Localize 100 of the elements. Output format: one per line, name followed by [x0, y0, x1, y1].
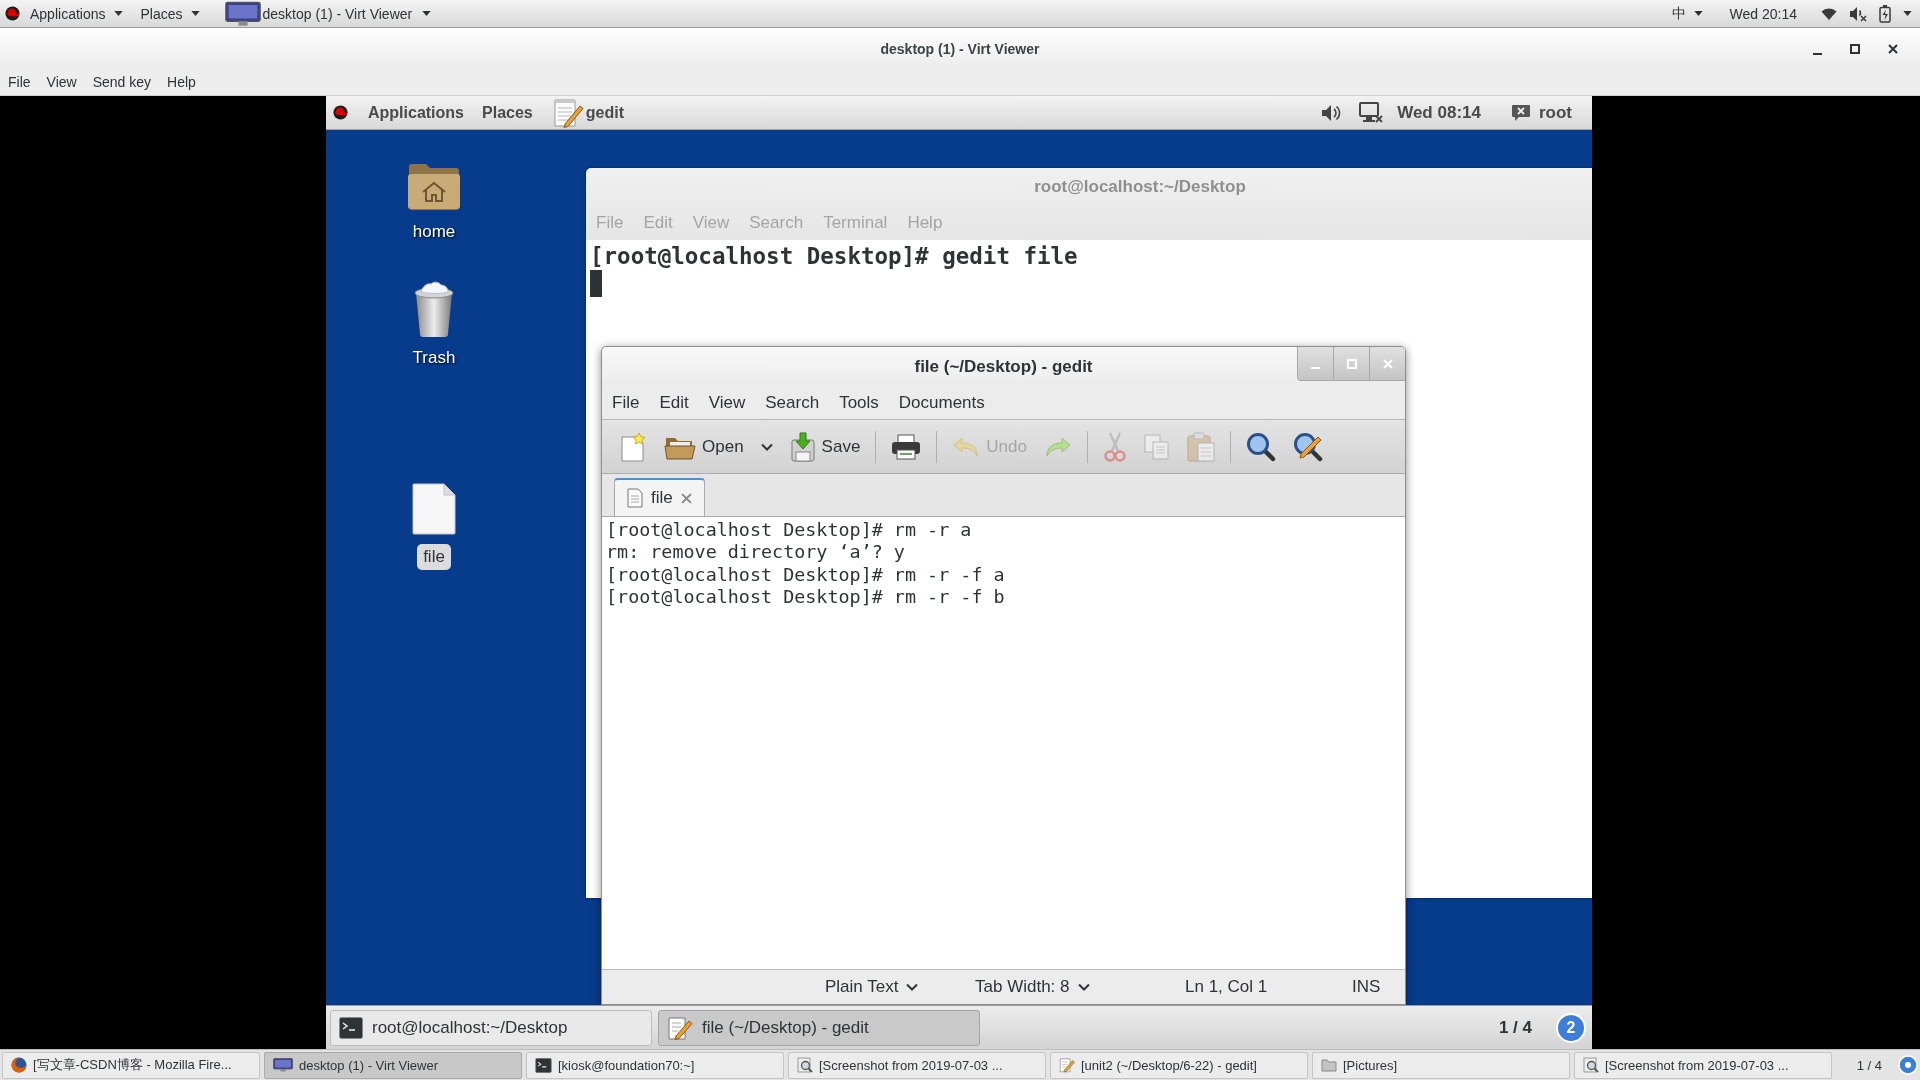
- desktop-icon-label[interactable]: home: [406, 219, 462, 245]
- caret-icon: [190, 11, 200, 16]
- input-method-button[interactable]: 中: [1666, 0, 1708, 27]
- search-icon: [1246, 431, 1276, 462]
- open-button[interactable]: Open: [657, 426, 751, 467]
- caret-icon: [113, 11, 123, 16]
- text-cursor: [590, 270, 602, 297]
- chevron-icon: [1077, 983, 1090, 991]
- text-line: [root@localhost Desktop]# rm -r -f b: [606, 585, 1006, 609]
- menu-button[interactable]: Places: [135, 0, 205, 27]
- insert-mode: INS: [1351, 977, 1382, 997]
- close-icon: [680, 492, 692, 504]
- magnifier-page-icon: [797, 1057, 813, 1073]
- taskbar-item[interactable]: [Screenshot from 2019-07-03 ...: [1574, 1051, 1832, 1079]
- taskbar-item[interactable]: [unit2 (~/Desktop/6-22) - gedit]: [1050, 1051, 1308, 1079]
- menu-item[interactable]: File: [602, 393, 650, 413]
- battery-icon: [1879, 4, 1891, 23]
- monitor-x-icon: [1359, 101, 1384, 124]
- taskbar-item[interactable]: [Screenshot from 2019-07-03 ...: [788, 1051, 1046, 1079]
- maximize-icon: [1346, 358, 1357, 369]
- scissors-icon: [1103, 431, 1127, 462]
- hat-icon: [4, 6, 21, 21]
- save-button[interactable]: Save: [782, 426, 868, 467]
- monitor-icon: [224, 0, 261, 27]
- notification-count[interactable]: 2: [1556, 1012, 1586, 1043]
- editor-text-area[interactable]: [root@localhost Desktop]# rm -r a rm: remove directory ‘a’? y [root@localhost Desktop]# rm -r -f a [root@localhost Desktop]# rm -r -f b: [602, 517, 1405, 969]
- menu-button[interactable]: Applications: [25, 0, 128, 27]
- cursor-position: Ln 1, Col 1: [1184, 977, 1269, 997]
- taskbar-item[interactable]: [kiosk@foundation70:~]: [526, 1051, 784, 1079]
- minimize-icon: [1812, 52, 1822, 55]
- wifi-icon: [1821, 7, 1837, 20]
- menu-item[interactable]: File: [0, 74, 39, 90]
- clipboard-icon: [1187, 431, 1215, 462]
- window-title: file (~/Desktop) - gedit: [914, 357, 1093, 377]
- page-pencil-icon: [1059, 1057, 1075, 1073]
- chevron-icon: [760, 442, 773, 451]
- app-menu-button[interactable]: gedit: [551, 96, 624, 129]
- language-button[interactable]: Plain Text: [818, 977, 926, 997]
- terminal-line: [root@localhost Desktop]# gedit file: [590, 243, 1079, 270]
- chat-bubble-x-icon: [1510, 103, 1531, 122]
- redo-arrow-icon: [1044, 435, 1072, 458]
- document-icon: [411, 482, 457, 536]
- menu-item[interactable]: Edit: [649, 393, 699, 413]
- clock[interactable]: Wed 08:14: [1397, 102, 1481, 123]
- magnifier-page-icon: [1583, 1057, 1599, 1073]
- text-line: [root@localhost Desktop]# rm -r a: [606, 519, 973, 542]
- menu-item[interactable]: Send key: [84, 74, 160, 90]
- taskbar-item[interactable]: desktop (1) - Virt Viewer: [264, 1051, 522, 1079]
- document-tab[interactable]: file: [614, 478, 705, 516]
- text-line: [root@localhost Desktop]# rm -r -f a: [606, 563, 1006, 586]
- folder-icon: [1321, 1058, 1337, 1072]
- menu-item[interactable]: Help: [159, 74, 204, 90]
- taskbar-item[interactable]: root@localhost:~/Desktop: [330, 1009, 652, 1046]
- two-pages-icon: [1144, 433, 1170, 460]
- caret-icon: [1903, 11, 1912, 16]
- speaker-muted-icon: [1849, 5, 1867, 22]
- taskbar-item[interactable]: [Pictures]: [1312, 1051, 1570, 1079]
- desktop-icon-label[interactable]: file: [417, 544, 451, 570]
- printer-icon: [891, 433, 922, 460]
- maximize-icon: [1850, 43, 1860, 54]
- hat-icon: [332, 105, 349, 120]
- workspace-indicator[interactable]: 1 / 4: [1844, 1057, 1894, 1073]
- undo-arrow-icon: [952, 435, 981, 458]
- taskbar-item[interactable]: [写文章-CSDN博客 - Mozilla Fire...: [2, 1051, 260, 1079]
- page-star-icon: [619, 431, 647, 462]
- floppy-arrow-icon: [789, 431, 816, 462]
- menu-item[interactable]: Search: [755, 393, 830, 413]
- speaker-icon: [1321, 103, 1342, 122]
- page-icon: [627, 488, 643, 508]
- menu-item[interactable]: View: [38, 74, 85, 90]
- minimize-button[interactable]: [1297, 347, 1333, 381]
- caret-icon: [422, 11, 432, 16]
- desktop-icon-label[interactable]: Trash: [406, 345, 462, 371]
- window-title: root@localhost:~/Desktop: [1034, 176, 1246, 197]
- globe-icon: [11, 1057, 27, 1073]
- monitor-icon: [273, 1058, 293, 1072]
- menu-button[interactable]: Applications: [359, 96, 473, 129]
- home-folder-icon: [407, 161, 461, 211]
- user-menu-button[interactable]: root: [1510, 102, 1572, 123]
- window-title: desktop (1) - Virt Viewer: [880, 40, 1040, 57]
- terminal-icon: [535, 1057, 552, 1073]
- tab-close-button[interactable]: [680, 492, 692, 504]
- clock[interactable]: Wed 20:14: [1729, 5, 1797, 22]
- notification-icon: [1898, 1055, 1918, 1075]
- menu-item[interactable]: View: [698, 393, 756, 413]
- tab-width-button[interactable]: Tab Width: 8: [968, 977, 1097, 997]
- terminal-icon: [339, 1016, 363, 1039]
- close-icon: [1382, 358, 1393, 369]
- magnifier-pencil-icon: [1293, 431, 1323, 462]
- menu-item[interactable]: Documents: [888, 393, 995, 413]
- workspace-indicator[interactable]: 1 / 4: [1480, 1017, 1550, 1038]
- window-menu-button[interactable]: desktop (1) - Virt Viewer: [224, 0, 432, 27]
- page-pencil-icon: [667, 1014, 693, 1041]
- chevron-icon: [906, 983, 919, 991]
- text-line: rm: remove directory ‘a’? y: [606, 541, 906, 564]
- taskbar-item[interactable]: file (~/Desktop) - gedit: [658, 1009, 980, 1046]
- minimize-icon: [1311, 367, 1320, 369]
- menu-button[interactable]: Places: [473, 96, 542, 129]
- caret-icon: [1693, 11, 1703, 16]
- menu-item[interactable]: Tools: [829, 393, 889, 413]
